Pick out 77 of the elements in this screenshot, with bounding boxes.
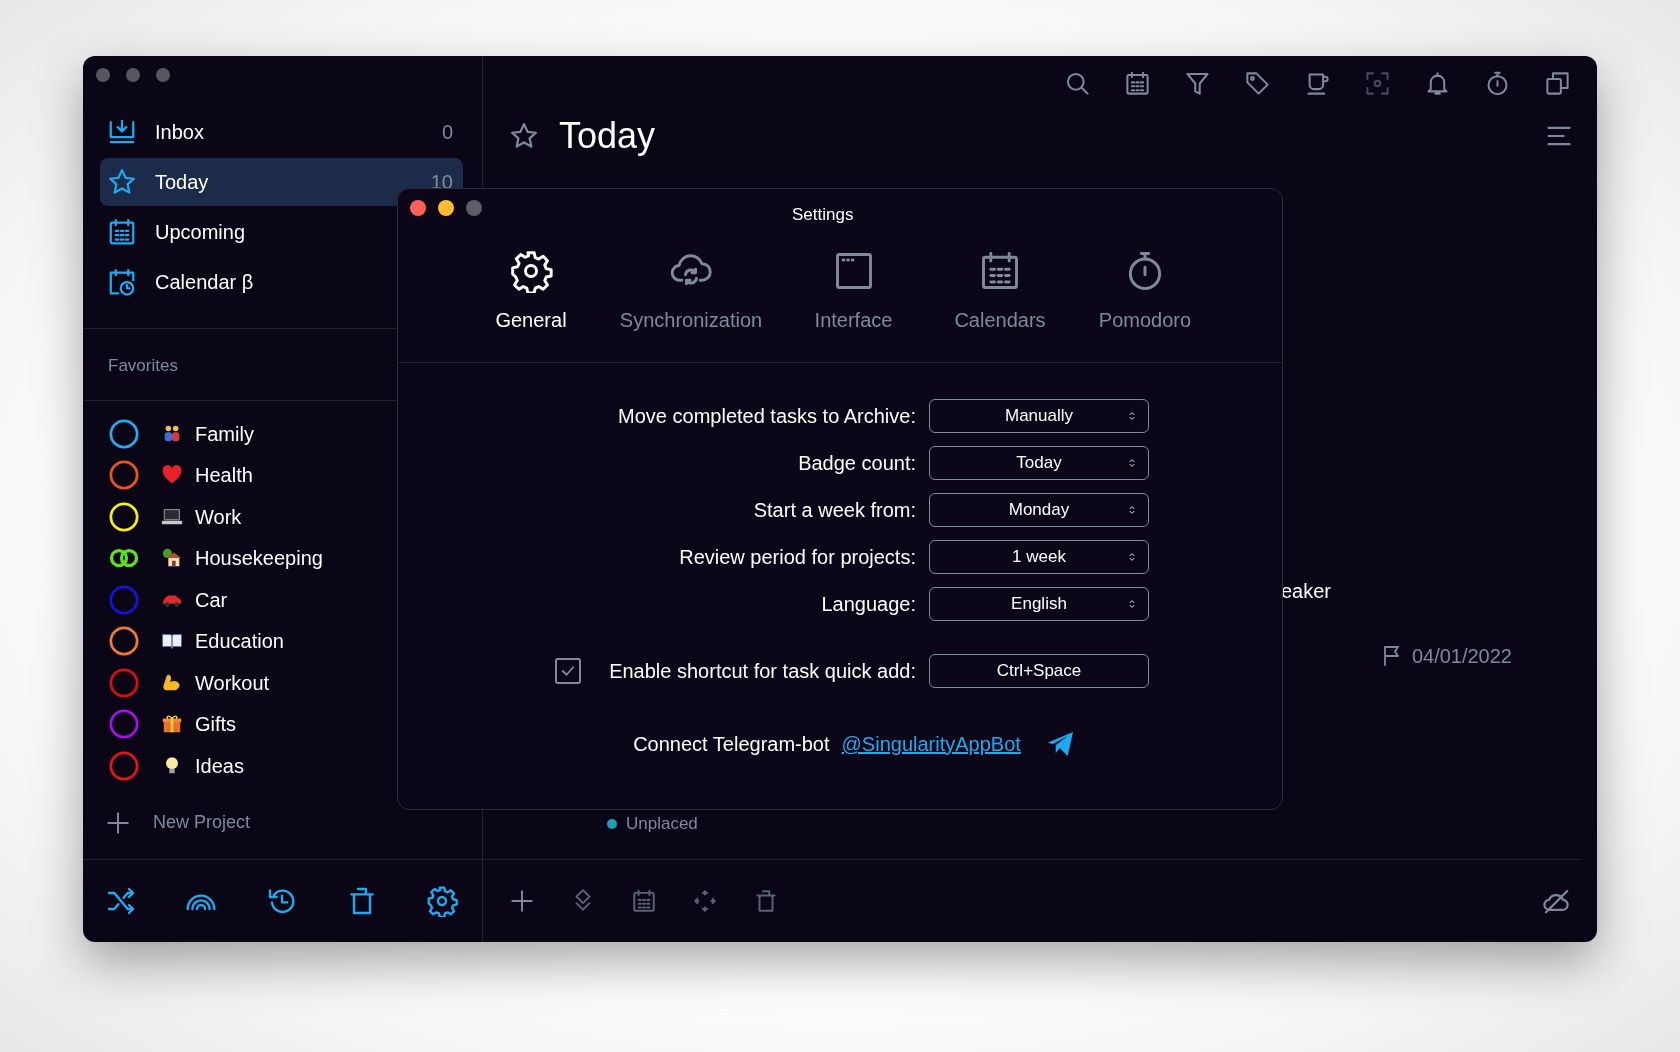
dropdown[interactable]: Manually (929, 399, 1149, 433)
plus-icon (105, 809, 131, 836)
dropdown[interactable]: 1 week (929, 540, 1149, 574)
shuffle-icon[interactable] (105, 885, 137, 917)
nav-label: Today (155, 170, 209, 195)
dialog-title: Settings (792, 204, 854, 227)
close-button[interactable] (410, 200, 426, 216)
updown-arrows-icon (1128, 410, 1136, 422)
field-label: Enable shortcut for task quick add: (609, 659, 916, 684)
tag-icon[interactable] (1244, 70, 1271, 97)
calendar-icon[interactable] (1124, 70, 1151, 97)
calendar-icon[interactable] (631, 888, 657, 914)
project-name: Family (195, 421, 254, 447)
section-heading: Favorites (107, 355, 179, 377)
project-item[interactable]: Gifts (83, 703, 482, 745)
nav-label: Inbox (155, 120, 204, 145)
new-project-button[interactable]: New Project (83, 786, 482, 847)
project-item[interactable]: Car (83, 579, 482, 621)
project-name: Work (195, 504, 242, 530)
filter-icon[interactable] (1184, 70, 1211, 97)
project-item[interactable]: Family (83, 413, 482, 455)
updown-arrows-icon (1128, 457, 1136, 469)
project-name: Workout (195, 670, 270, 696)
close-button[interactable] (96, 68, 110, 82)
telegram-link[interactable]: @SingularityAppBot (841, 729, 1021, 759)
minimize-button[interactable] (438, 200, 454, 216)
settings-tab[interactable]: Pomodoro (1069, 249, 1221, 362)
item-count: 0 (441, 120, 453, 145)
dropdown[interactable]: Monday (929, 493, 1149, 527)
settings-tab[interactable]: Calendars (941, 249, 1059, 362)
field-label: Badge count: (797, 451, 916, 476)
project-item[interactable]: Workout (83, 662, 482, 704)
page-title: Today (559, 114, 656, 158)
search-icon[interactable] (1064, 70, 1091, 97)
star-icon (107, 167, 137, 197)
project-item[interactable]: Ideas (83, 745, 482, 787)
calendar-icon (107, 217, 137, 247)
field-label: Move completed tasks to Archive: (617, 404, 916, 429)
project-name: Health (195, 463, 253, 489)
nav-item[interactable]: Inbox 0 (100, 108, 463, 156)
project-item[interactable]: Health (83, 454, 482, 496)
zoom-button[interactable] (156, 68, 170, 82)
project-name: Ideas (195, 753, 244, 779)
nav-label: Calendar β (155, 270, 254, 295)
project-name: Car (195, 587, 228, 613)
updown-arrows-icon (1128, 551, 1136, 563)
settings-tab[interactable]: Interface (776, 249, 931, 362)
field-label: Start a week from: (752, 498, 916, 523)
zoom-button[interactable] (466, 200, 482, 216)
project-name: Education (195, 629, 284, 655)
settings-icon[interactable] (426, 885, 458, 917)
task-title: eaker (1281, 580, 1332, 602)
field-label: Review period for projects: (678, 545, 916, 570)
star-icon (509, 121, 539, 151)
project-label: Unplaced (626, 813, 698, 835)
project-name: Gifts (195, 712, 237, 738)
calendar-clock-icon (107, 267, 137, 297)
move-icon[interactable] (692, 888, 718, 914)
nav-label: Upcoming (155, 220, 246, 245)
plus-icon[interactable] (509, 888, 535, 914)
due-date: 04/01/2022 (1411, 644, 1512, 669)
project-item[interactable]: Work (83, 496, 482, 538)
dropdown[interactable]: Today (929, 446, 1149, 480)
telegram-text: Connect Telegram-bot (633, 732, 830, 757)
project-name: Housekeeping (195, 546, 323, 572)
project-item[interactable]: Education (83, 620, 482, 662)
trash-icon[interactable] (753, 888, 779, 914)
copy-icon[interactable] (1544, 70, 1571, 97)
dropdown[interactable]: English (929, 587, 1149, 621)
gear-icon (509, 249, 553, 293)
settings-tab[interactable]: Synchronization (616, 249, 766, 362)
updown-arrows-icon (1128, 504, 1136, 516)
updown-arrows-icon (1128, 598, 1136, 610)
shortcut-field[interactable]: Ctrl+Space (929, 654, 1149, 688)
checkbox[interactable] (555, 658, 582, 684)
field-label: Language: (820, 592, 916, 617)
project-item[interactable]: Housekeeping (83, 537, 482, 579)
